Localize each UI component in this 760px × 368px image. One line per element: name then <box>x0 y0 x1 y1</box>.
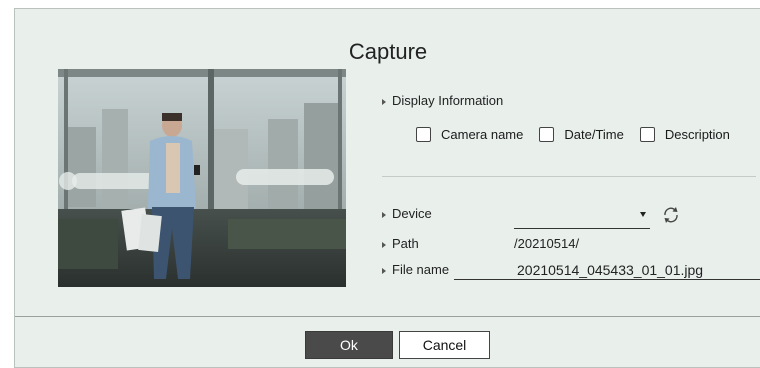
checkbox-box[interactable] <box>539 127 555 142</box>
bullet-icon <box>382 241 386 248</box>
checkbox-label: Description <box>664 127 730 142</box>
capture-preview-image <box>58 69 346 287</box>
ok-button[interactable]: Ok <box>305 331 393 359</box>
device-label: Device <box>382 206 432 221</box>
footer-divider <box>15 316 760 317</box>
checkbox-box[interactable] <box>416 127 431 142</box>
chevron-down-icon <box>640 212 646 217</box>
path-value: /20210514/ <box>514 236 580 251</box>
bullet-icon <box>382 211 386 218</box>
cancel-button[interactable]: Cancel <box>399 331 490 359</box>
capture-dialog: Capture Display Information Camera name … <box>14 8 760 368</box>
date-time-checkbox[interactable]: Date/Time <box>539 127 624 142</box>
bullet-icon <box>382 267 386 274</box>
checkbox-label: Date/Time <box>564 127 624 142</box>
section-divider <box>382 176 756 177</box>
checkbox-box[interactable] <box>639 127 655 142</box>
path-label: Path <box>382 236 419 251</box>
checkbox-label: Camera name <box>441 127 524 142</box>
display-information-label: Display Information <box>382 93 503 108</box>
bullet-icon <box>382 98 386 105</box>
refresh-icon[interactable] <box>661 205 681 225</box>
device-select[interactable] <box>514 204 650 229</box>
display-information-options: Camera name Date/Time Description <box>416 127 746 142</box>
dialog-title: Capture <box>348 39 428 64</box>
description-checkbox[interactable]: Description <box>639 127 730 142</box>
file-name-input[interactable] <box>454 260 760 280</box>
camera-name-checkbox[interactable]: Camera name <box>416 127 523 142</box>
file-name-label: File name <box>382 262 449 277</box>
